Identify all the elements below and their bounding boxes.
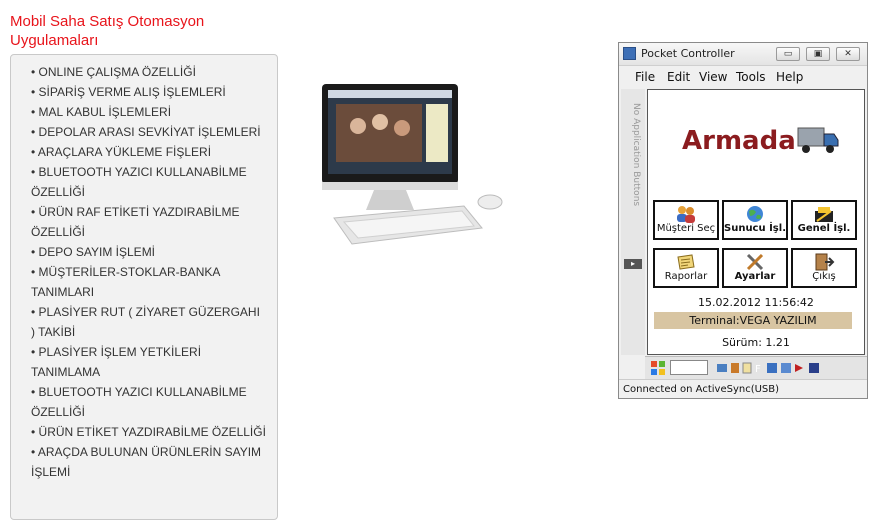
version-label: Sürüm: 1.21	[722, 336, 790, 349]
settings-button[interactable]: Ayarlar	[722, 248, 788, 288]
minimize-button[interactable]: ▭	[776, 47, 800, 61]
feature-item: BLUETOOTH YAZICI KULLANABİLME ÖZELLİĞİ	[31, 382, 267, 422]
menu-view[interactable]: View	[699, 70, 727, 84]
globe-icon	[747, 206, 763, 222]
feature-list-box: ONLINE ÇALIŞMA ÖZELLİĞİ SİPARİŞ VERME AL…	[10, 54, 278, 520]
tile-label: Raporlar	[664, 271, 708, 282]
server-operations-button[interactable]: Sunucu İşl.	[722, 200, 788, 240]
feature-item: PLASİYER RUT ( ZİYARET GÜZERGAHI ) TAKİB…	[31, 302, 267, 342]
reports-button[interactable]: Raporlar	[653, 248, 719, 288]
desktop-computer-image	[314, 78, 514, 248]
pocket-controller-window: Pocket Controller ▭ ▣ ✕ File Edit View T…	[618, 42, 868, 399]
page-title: Mobil Saha Satış Otomasyon Uygulamaları	[10, 13, 205, 49]
windows-start-icon[interactable]	[650, 360, 666, 376]
brand-logo: Armada	[682, 126, 796, 156]
menu-tools[interactable]: Tools	[736, 70, 766, 84]
device-screen: Armada Müşteri Seç Sunucu İşl. Genel İşl…	[647, 89, 865, 355]
side-label: No Application Buttons	[631, 103, 641, 207]
window-titlebar: Pocket Controller ▭ ▣ ✕	[619, 43, 867, 66]
tile-label: Çıkış	[812, 271, 836, 282]
wrench-icon	[746, 253, 764, 271]
system-tray-icons[interactable]: F	[715, 361, 835, 375]
exit-button[interactable]: Çıkış	[791, 248, 857, 288]
tools-box-icon	[815, 207, 833, 222]
datetime-label: 15.02.2012 11:56:42	[698, 296, 814, 309]
tile-label: Sunucu İşl.	[724, 223, 786, 234]
svg-text:F: F	[755, 364, 761, 375]
feature-item: ÜRÜN RAF ETİKETİ YAZDIRABİLME ÖZELLİĞİ	[31, 202, 267, 242]
status-bar: Connected on ActiveSync(USB)	[619, 379, 867, 398]
application-buttons-strip: No Application Buttons ▸	[621, 89, 645, 355]
truck-icon	[797, 127, 839, 153]
menu-file[interactable]: File	[635, 70, 655, 84]
feature-item: DEPOLAR ARASI SEVKİYAT İŞLEMLERİ	[31, 122, 267, 142]
report-icon	[677, 254, 695, 270]
general-operations-button[interactable]: Genel İşl.	[791, 200, 857, 240]
customer-select-button[interactable]: Müşteri Seç	[653, 200, 719, 240]
feature-item: ÜRÜN ETİKET YAZDIRABİLME ÖZELLİĞİ	[31, 422, 267, 442]
maximize-button[interactable]: ▣	[806, 47, 830, 61]
feature-item: MÜŞTERİLER-STOKLAR-BANKA TANIMLARI	[31, 262, 267, 302]
window-title: Pocket Controller	[641, 47, 735, 60]
tile-label: Müşteri Seç	[656, 223, 716, 234]
device-taskbar: F	[645, 356, 867, 379]
close-button[interactable]: ✕	[836, 47, 860, 61]
feature-item: ONLINE ÇALIŞMA ÖZELLİĞİ	[31, 62, 267, 82]
feature-item: ARAÇLARA YÜKLEME FİŞLERİ	[31, 142, 267, 162]
feature-item: ARAÇDA BULUNAN ÜRÜNLERİN SAYIM İŞLEMİ	[31, 442, 267, 482]
feature-item: PLASİYER İŞLEM YETKİLERİ TANIMLAMA	[31, 342, 267, 382]
tile-label: Ayarlar	[734, 271, 776, 282]
feature-list: ONLINE ÇALIŞMA ÖZELLİĞİ SİPARİŞ VERME AL…	[11, 55, 277, 482]
expand-arrow-icon[interactable]: ▸	[624, 259, 642, 269]
users-icon	[677, 206, 695, 223]
feature-item: SİPARİŞ VERME ALIŞ İŞLEMLERİ	[31, 82, 267, 102]
menu-help[interactable]: Help	[776, 70, 803, 84]
feature-item: DEPO SAYIM İŞLEMİ	[31, 242, 267, 262]
menu-bar: File Edit View Tools Help	[619, 67, 867, 87]
feature-item: MAL KABUL İŞLEMLERİ	[31, 102, 267, 122]
feature-item: BLUETOOTH YAZICI KULLANABİLME ÖZELLİĞİ	[31, 162, 267, 202]
terminal-label: Terminal:VEGA YAZILIM	[654, 312, 852, 329]
sip-input-box[interactable]	[670, 360, 708, 375]
exit-door-icon	[815, 253, 835, 271]
app-icon	[623, 47, 636, 60]
menu-edit[interactable]: Edit	[667, 70, 690, 84]
tile-label: Genel İşl.	[797, 223, 851, 234]
